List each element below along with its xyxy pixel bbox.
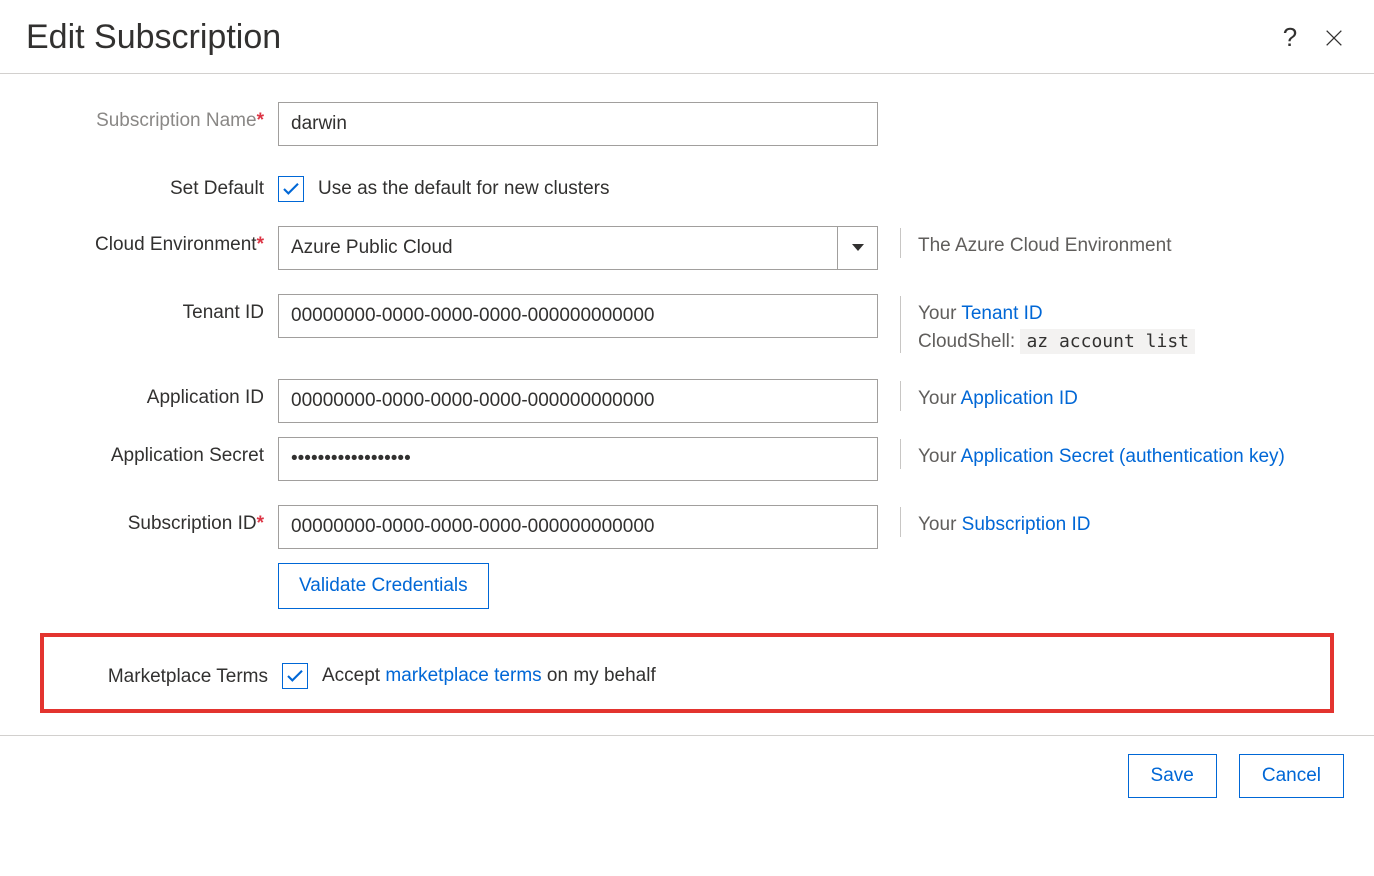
subscription-id-input[interactable] xyxy=(278,505,878,549)
tenant-id-input[interactable] xyxy=(278,294,878,338)
marketplace-terms-checkbox[interactable] xyxy=(282,663,308,689)
cloud-env-label: Cloud Environment* xyxy=(40,226,278,256)
subscription-name-label: Subscription Name* xyxy=(40,102,278,132)
tenant-id-link[interactable]: Tenant ID xyxy=(961,303,1042,324)
cloud-env-help: The Azure Cloud Environment xyxy=(878,226,1334,260)
marketplace-terms-link[interactable]: marketplace terms xyxy=(385,665,541,686)
app-id-help: Your Application ID xyxy=(878,379,1334,413)
subscription-name-input[interactable] xyxy=(278,102,878,146)
app-secret-label: Application Secret xyxy=(40,437,278,467)
set-default-text: Use as the default for new clusters xyxy=(318,178,609,200)
marketplace-terms-text: Accept marketplace terms on my behalf xyxy=(322,665,656,687)
subscription-form: Subscription Name* Set Default Use as th… xyxy=(0,74,1374,721)
marketplace-terms-label: Marketplace Terms xyxy=(44,658,282,688)
marketplace-terms-highlight: Marketplace Terms Accept marketplace ter… xyxy=(40,633,1334,713)
app-secret-help: Your Application Secret (authentication … xyxy=(878,437,1334,471)
tenant-id-help: Your Tenant ID CloudShell: az account li… xyxy=(878,294,1334,355)
dialog-footer: Save Cancel xyxy=(0,736,1374,816)
cloud-env-value: Azure Public Cloud xyxy=(291,237,837,259)
save-button[interactable]: Save xyxy=(1128,754,1217,798)
subscription-id-link[interactable]: Subscription ID xyxy=(962,514,1091,535)
subscription-id-label: Subscription ID* xyxy=(40,505,278,535)
app-secret-link[interactable]: Application Secret (authentication key) xyxy=(961,446,1285,467)
close-icon[interactable] xyxy=(1320,24,1348,52)
set-default-checkbox[interactable] xyxy=(278,176,304,202)
help-icon[interactable]: ? xyxy=(1276,24,1304,52)
set-default-label: Set Default xyxy=(40,170,278,200)
chevron-down-icon[interactable] xyxy=(837,227,877,269)
validate-credentials-button[interactable]: Validate Credentials xyxy=(278,563,489,609)
app-secret-input[interactable] xyxy=(278,437,878,481)
subscription-id-help: Your Subscription ID xyxy=(878,505,1334,539)
cloud-env-select[interactable]: Azure Public Cloud xyxy=(278,226,878,270)
app-id-input[interactable] xyxy=(278,379,878,423)
dialog-title: Edit Subscription xyxy=(26,18,1260,57)
app-id-label: Application ID xyxy=(40,379,278,409)
tenant-id-label: Tenant ID xyxy=(40,294,278,324)
cancel-button[interactable]: Cancel xyxy=(1239,754,1344,798)
tenant-id-code: az account list xyxy=(1020,329,1195,354)
dialog-header: Edit Subscription ? xyxy=(0,0,1374,74)
app-id-link[interactable]: Application ID xyxy=(961,388,1078,409)
